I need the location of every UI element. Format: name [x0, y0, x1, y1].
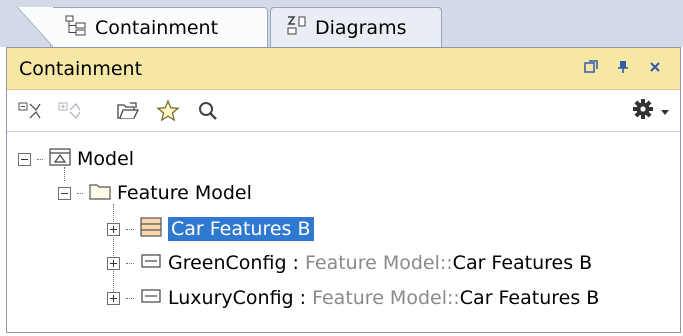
model-icon	[49, 147, 71, 172]
panel-toolbar	[7, 90, 680, 132]
open-folder-icon[interactable]	[115, 98, 141, 124]
tree-item-car-features-b[interactable]: Car Features B	[107, 214, 314, 244]
type-namespace: Feature Model::	[312, 287, 460, 309]
type-name: Car Features B	[459, 287, 600, 309]
tree-item-model[interactable]: Model	[18, 144, 134, 174]
instance-icon	[140, 287, 162, 310]
expand-toggle[interactable]	[107, 291, 120, 305]
tree-connector	[126, 262, 134, 264]
expand-toggle[interactable]	[107, 222, 120, 236]
expand-toggle[interactable]	[107, 256, 120, 270]
tree-item-label: Feature Model	[117, 182, 252, 204]
feature-model-icon	[140, 216, 162, 243]
tree-connector	[126, 297, 134, 299]
diagrams-tree-icon	[285, 14, 307, 41]
panel-title: Containment	[19, 57, 143, 80]
tree-item-label: Model	[77, 148, 135, 170]
tree-item-label: Car Features B	[168, 217, 314, 241]
type-separator: :	[286, 252, 305, 274]
collapse-all-icon[interactable]	[17, 98, 43, 124]
type-namespace: Feature Model::	[304, 252, 453, 274]
restore-icon[interactable]	[584, 60, 598, 74]
expand-all-icon[interactable]	[57, 98, 83, 124]
pin-icon[interactable]	[616, 60, 630, 74]
close-icon[interactable]	[648, 60, 662, 74]
instance-name: LuxuryConfig	[168, 287, 294, 309]
tab-diagrams[interactable]: Diagrams	[270, 7, 442, 47]
tab-containment-label: Containment	[95, 16, 219, 39]
instance-icon	[140, 252, 162, 275]
tree-item-feature-model[interactable]: Feature Model	[58, 178, 252, 208]
package-folder-icon	[89, 181, 111, 206]
panel-title-bar: Containment	[7, 48, 680, 90]
tab-containment[interactable]: Containment	[17, 7, 268, 47]
gear-icon[interactable]	[632, 98, 654, 124]
instance-name: GreenConfig	[168, 252, 287, 274]
tree-connector	[126, 228, 134, 230]
tree-connector	[37, 158, 43, 160]
tree-item-green-config[interactable]: GreenConfig : Feature Model::Car Feature…	[107, 248, 592, 278]
collapse-toggle[interactable]	[18, 152, 31, 166]
tree-item-luxury-config[interactable]: LuxuryConfig : Feature Model::Car Featur…	[107, 283, 599, 313]
tab-strip: Containment Diagrams	[0, 0, 683, 47]
collapse-toggle[interactable]	[58, 186, 71, 200]
tree-item-label: LuxuryConfig : Feature Model::Car Featur…	[168, 287, 599, 309]
type-name: Car Features B	[452, 252, 593, 274]
tree-item-label: GreenConfig : Feature Model::Car Feature…	[168, 252, 592, 274]
tree-connector	[77, 192, 83, 194]
type-separator: :	[293, 287, 313, 309]
containment-tree-icon	[65, 14, 87, 41]
favorite-star-icon[interactable]	[155, 98, 181, 124]
search-icon[interactable]	[195, 98, 221, 124]
tab-diagrams-label: Diagrams	[315, 16, 407, 39]
dropdown-arrow-icon[interactable]	[660, 102, 670, 121]
